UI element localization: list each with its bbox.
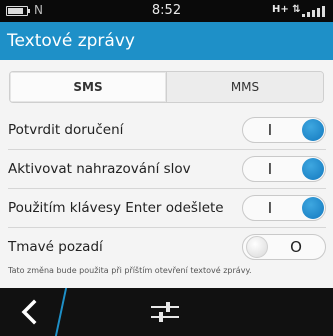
- divider: [8, 227, 326, 228]
- setting-row-delivery-confirmation: Potvrdit doručení I: [0, 113, 333, 147]
- tab-mms[interactable]: MMS: [167, 72, 323, 102]
- enter-to-send-toggle[interactable]: I: [242, 195, 326, 221]
- message-type-segmented-control: SMS MMS: [9, 71, 324, 103]
- status-bar: N 8:52 H+ ⇅: [0, 0, 333, 22]
- tab-sms[interactable]: SMS: [10, 72, 167, 102]
- toggle-off-mark: O: [290, 238, 302, 256]
- divider: [8, 188, 326, 189]
- settings-menu-button[interactable]: [150, 298, 180, 326]
- footnote: Tato změna bude použita při příštím otev…: [8, 266, 252, 275]
- toggle-knob: [246, 236, 268, 258]
- back-button[interactable]: [0, 288, 58, 336]
- setting-row-enter-to-send: Použitím klávesy Enter odešlete I: [0, 191, 333, 225]
- title-bar: Textové zprávy: [0, 22, 333, 60]
- toggle-knob: [302, 197, 324, 219]
- setting-label: Použitím klávesy Enter odešlete: [8, 200, 224, 216]
- network-type: H+ ⇅: [272, 4, 301, 15]
- divider: [8, 149, 326, 150]
- toggle-on-mark: I: [267, 160, 273, 178]
- setting-label: Aktivovat nahrazování slov: [8, 161, 191, 177]
- bottom-action-bar: [0, 288, 333, 336]
- setting-row-word-substitution: Aktivovat nahrazování slov I: [0, 152, 333, 186]
- screen: N 8:52 H+ ⇅ Textové zprávy SMS MMS Potvr…: [0, 0, 333, 336]
- toggle-knob: [302, 119, 324, 141]
- setting-label: Tmavé pozadí: [8, 239, 103, 255]
- delivery-confirmation-toggle[interactable]: I: [242, 117, 326, 143]
- setting-row-dark-background: Tmavé pozadí O: [0, 230, 333, 264]
- signal-icon: [302, 6, 326, 17]
- toggle-on-mark: I: [267, 121, 273, 139]
- toggle-on-mark: I: [267, 199, 273, 217]
- word-substitution-toggle[interactable]: I: [242, 156, 326, 182]
- back-chevron-icon: [21, 299, 37, 325]
- setting-label: Potvrdit doručení: [8, 122, 124, 138]
- dark-background-toggle[interactable]: O: [242, 234, 326, 260]
- toggle-knob: [302, 158, 324, 180]
- page-title: Textové zprávy: [7, 31, 135, 51]
- sliders-icon: [151, 302, 179, 322]
